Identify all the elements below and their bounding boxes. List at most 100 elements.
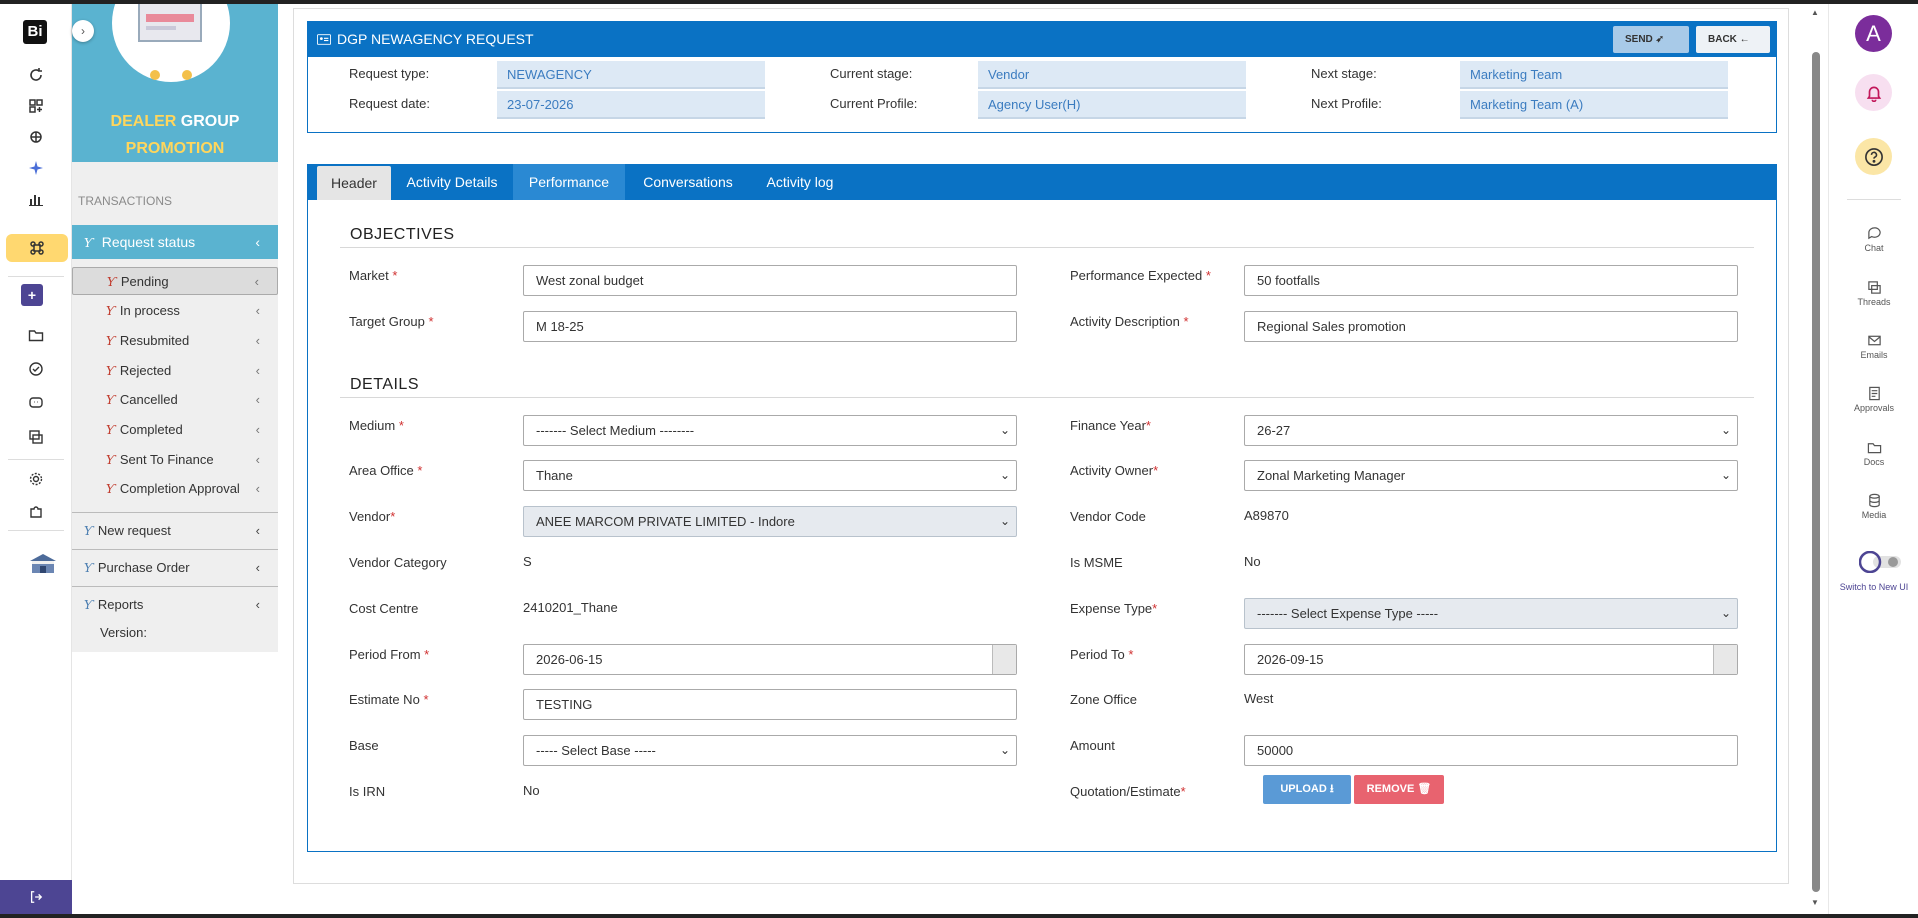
activity-description-input[interactable]: Regional Sales promotion	[1244, 311, 1738, 342]
store-icon[interactable]	[28, 553, 58, 575]
finance-year-select[interactable]: 26-27 ⌄	[1244, 415, 1738, 446]
sidebar-subitem-completion-approval[interactable]: Ƴ Completion Approval ‹	[72, 475, 278, 503]
emails-label: Emails	[1860, 350, 1888, 360]
estimate-no-input[interactable]: TESTING	[523, 689, 1017, 720]
threads-item[interactable]: Threads	[1829, 280, 1918, 307]
sidebar-item-purchase-order[interactable]: Ƴ Purchase Order ‹	[72, 549, 278, 585]
required-asterisk: *	[1128, 647, 1134, 662]
settings-icon[interactable]	[27, 470, 45, 488]
plus-icon[interactable]: +	[21, 284, 43, 306]
cost-centre-label: Cost Centre	[349, 601, 419, 616]
apps-add-icon[interactable]	[27, 97, 45, 115]
target-group-input[interactable]: M 18-25	[523, 311, 1017, 342]
scroll-up-icon[interactable]: ▲	[1811, 8, 1819, 17]
module-title-word: PROMOTION	[125, 140, 225, 157]
sidebar-subitem-rejected[interactable]: Ƴ Rejected ‹	[72, 357, 278, 385]
tab-activity-log[interactable]: Activity log	[751, 164, 849, 200]
icon-rail: Bi +	[0, 4, 72, 914]
required-asterisk: *	[1183, 314, 1189, 329]
date-value: 2026-06-15	[536, 652, 603, 667]
area-office-select[interactable]: Thane ⌄	[523, 460, 1017, 491]
period-from-label: Period From *	[349, 647, 429, 662]
required-asterisk: *	[390, 509, 396, 524]
version-label: Version:	[100, 625, 147, 640]
sidebar-subitem-cancelled[interactable]: Ƴ Cancelled ‹	[72, 386, 278, 414]
activity-owner-select[interactable]: Zonal Marketing Manager ⌄	[1244, 460, 1738, 491]
sidebar-subitem-resubmited[interactable]: Ƴ Resubmited ‹	[72, 327, 278, 355]
avatar[interactable]: A	[1855, 15, 1892, 52]
approvals-item[interactable]: Approvals	[1829, 386, 1918, 413]
sidebar-subitem-in-process[interactable]: Ƴ In process ‹	[72, 297, 278, 325]
sparkle-icon[interactable]	[27, 159, 45, 177]
medium-select[interactable]: ------- Select Medium -------- ⌄	[523, 415, 1017, 446]
message-icon[interactable]	[27, 394, 45, 412]
sidebar-item-reports[interactable]: Ƴ Reports ‹	[72, 586, 278, 622]
app-logo[interactable]: Bi	[23, 20, 47, 44]
copy-icon[interactable]	[27, 428, 45, 446]
performance-expected-input[interactable]: 50 footfalls	[1244, 265, 1738, 296]
select-value: Zonal Marketing Manager	[1257, 468, 1406, 483]
top-border	[0, 0, 1918, 4]
calendar-button[interactable]	[992, 645, 1016, 674]
vendor-category-label: Vendor Category	[349, 555, 447, 570]
media-item[interactable]: Media	[1829, 493, 1918, 520]
sidebar-item-label: Purchase Order	[97, 560, 190, 575]
folder-icon[interactable]	[27, 326, 45, 344]
scroll-down-icon[interactable]: ▼	[1811, 898, 1819, 907]
sidebar-subitem-label: Rejected	[119, 363, 172, 378]
period-from-input[interactable]: 2026-06-15	[523, 644, 1017, 675]
help-icon[interactable]	[1855, 138, 1892, 175]
base-label: Base	[349, 738, 379, 753]
sidebar-subitem-label: Cancelled	[119, 392, 178, 407]
sidebar-subitem-completed[interactable]: Ƴ Completed ‹	[72, 416, 278, 444]
vendor-select[interactable]: ANEE MARCOM PRIVATE LIMITED - Indore ⌄	[523, 506, 1017, 537]
network-icon[interactable]	[27, 128, 45, 146]
expense-type-select[interactable]: ------- Select Expense Type ----- ⌄	[1244, 598, 1738, 629]
sidebar-item-request-status[interactable]: Ƴ Request status ‹	[72, 225, 278, 259]
upload-button[interactable]: UPLOAD ⭳	[1263, 775, 1351, 804]
refresh-icon[interactable]	[27, 66, 45, 84]
command-icon[interactable]	[6, 234, 68, 262]
puzzle-icon[interactable]	[27, 502, 45, 520]
tab-activity-details[interactable]: Activity Details	[393, 164, 511, 200]
current-profile-label: Current Profile:	[830, 96, 918, 111]
remove-button[interactable]: REMOVE 🗑	[1354, 775, 1444, 804]
sidebar-item-new-request[interactable]: Ƴ New request ‹	[72, 512, 278, 548]
sidebar-collapse-toggle[interactable]: ›	[72, 20, 94, 42]
logout-icon[interactable]	[0, 880, 72, 914]
tab-performance[interactable]: Performance	[513, 164, 625, 200]
tab-conversations[interactable]: Conversations	[627, 164, 749, 200]
back-button[interactable]: BACK ←	[1696, 26, 1770, 53]
docs-item[interactable]: Docs	[1829, 440, 1918, 467]
rail-divider	[1847, 199, 1901, 200]
chevron-down-icon: ⌄	[1720, 468, 1731, 482]
check-circle-icon[interactable]	[27, 360, 45, 378]
amount-input[interactable]: 50000	[1244, 735, 1738, 766]
scrollbar-thumb[interactable]	[1812, 52, 1820, 892]
chat-item[interactable]: Chat	[1829, 226, 1918, 253]
field-label-text: Estimate No	[349, 692, 420, 707]
base-select[interactable]: ----- Select Base ----- ⌄	[523, 735, 1017, 766]
bell-icon[interactable]	[1855, 74, 1892, 111]
banner-billboard-illustration	[138, 4, 202, 42]
market-input[interactable]: West zonal budget	[523, 265, 1017, 296]
sidebar-subitem-pending[interactable]: Ƴ Pending ‹	[72, 267, 278, 295]
emails-item[interactable]: Emails	[1829, 333, 1918, 360]
field-label-text: Period From	[349, 647, 421, 662]
required-asterisk: *	[1153, 463, 1159, 478]
field-label-text: Vendor	[349, 509, 391, 524]
sidebar-subitem-sent-to-finance[interactable]: Ƴ Sent To Finance ‹	[72, 446, 278, 474]
chat-icon	[1867, 227, 1881, 240]
period-to-input[interactable]: 2026-09-15	[1244, 644, 1738, 675]
bar-chart-icon[interactable]	[27, 190, 45, 208]
new-ui-toggle[interactable]	[1859, 551, 1903, 573]
remove-button-label: REMOVE	[1366, 783, 1415, 795]
page-scrollbar[interactable]: ▲ ▼	[1810, 8, 1822, 908]
chevron-left-icon: ‹	[255, 392, 260, 407]
tab-header[interactable]: Header	[317, 166, 391, 200]
vendor-label: Vendor*	[349, 509, 395, 524]
rail-divider	[8, 530, 64, 531]
calendar-button[interactable]	[1713, 645, 1737, 674]
date-value: 2026-09-15	[1257, 652, 1324, 667]
send-button[interactable]: SEND ➶	[1613, 26, 1689, 53]
